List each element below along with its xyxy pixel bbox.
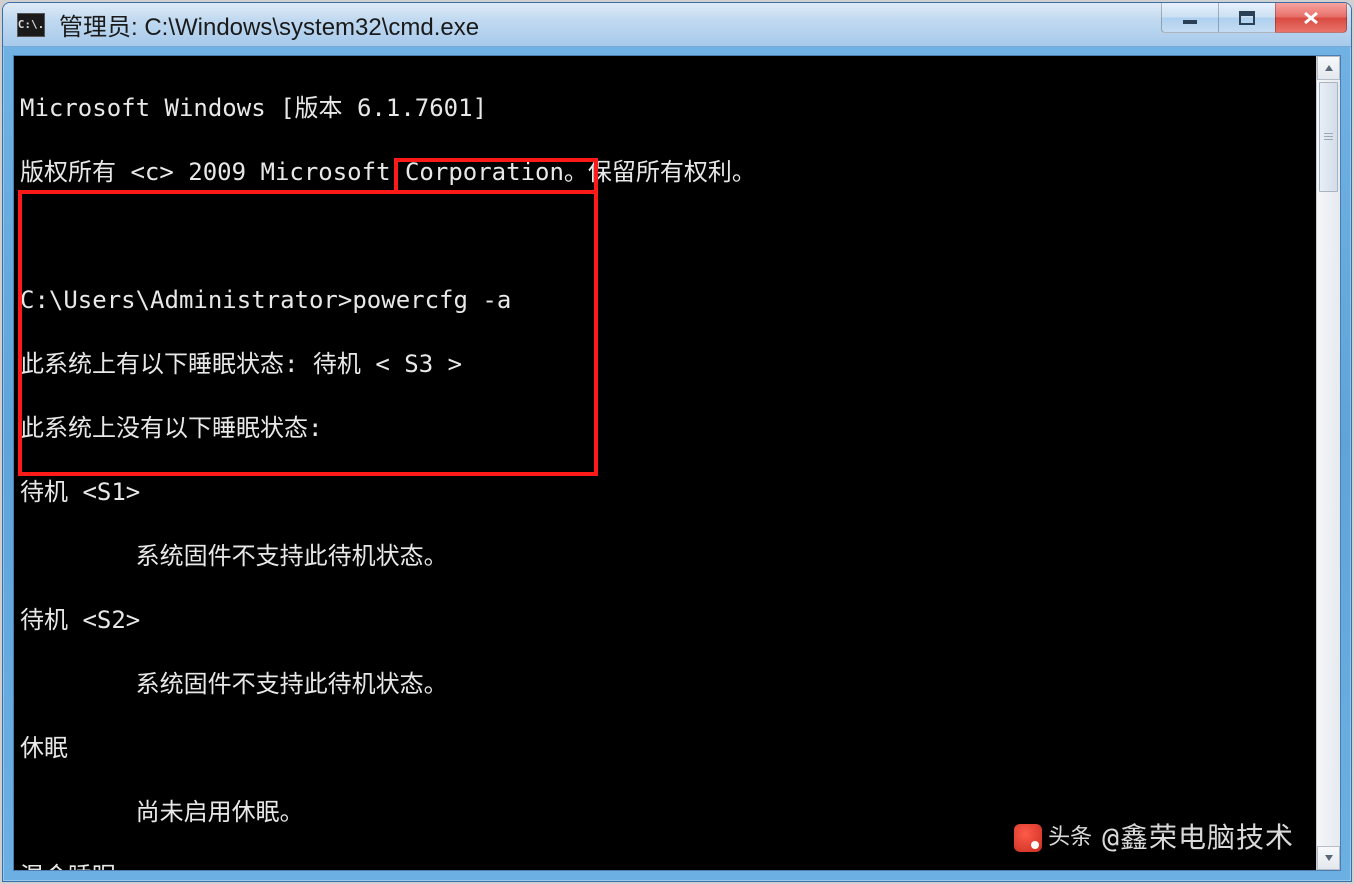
app-icon: C:\.: [17, 13, 45, 37]
cmd-window: C:\. 管理员: C:\Windows\system32\cmd.exe Mi…: [2, 2, 1352, 882]
prompt-command: powercfg -a: [352, 286, 511, 314]
console-line: 此系统上有以下睡眠状态: 待机 < S3 >: [20, 348, 1316, 380]
minimize-icon: [1182, 11, 1198, 25]
scrollbar-track[interactable]: [1317, 80, 1340, 846]
console-line: 休眠: [20, 732, 1316, 764]
chevron-down-icon: [1324, 854, 1334, 862]
console-line: 系统固件不支持此待机状态。: [20, 668, 1316, 700]
scroll-up-button[interactable]: [1317, 56, 1340, 80]
maximize-button[interactable]: [1218, 3, 1276, 33]
scrollbar-thumb[interactable]: [1319, 82, 1338, 192]
console-line: 待机 <S2>: [20, 604, 1316, 636]
chevron-up-icon: [1324, 64, 1334, 72]
client-area: Microsoft Windows [版本 6.1.7601] 版权所有 <c>…: [13, 55, 1341, 871]
window-title: 管理员: C:\Windows\system32\cmd.exe: [59, 7, 479, 42]
console-line: 系统固件不支持此待机状态。: [20, 540, 1316, 572]
vertical-scrollbar[interactable]: [1316, 56, 1340, 870]
console-prompt-line: C:\Users\Administrator>powercfg -a: [20, 284, 1316, 316]
prompt-path: C:\Users\Administrator>: [20, 286, 352, 314]
console-line: Microsoft Windows [版本 6.1.7601]: [20, 92, 1316, 124]
close-button[interactable]: [1275, 3, 1347, 33]
console-line: 待机 <S1>: [20, 476, 1316, 508]
maximize-icon: [1239, 11, 1255, 25]
console-line: [20, 220, 1316, 252]
minimize-button[interactable]: [1161, 3, 1219, 33]
close-icon: [1302, 11, 1320, 25]
console-line: 尚未启用休眠。: [20, 796, 1316, 828]
console-output[interactable]: Microsoft Windows [版本 6.1.7601] 版权所有 <c>…: [14, 56, 1316, 870]
window-controls: [1162, 3, 1347, 33]
console-line: 混合睡眠: [20, 860, 1316, 870]
console-line: 此系统上没有以下睡眠状态:: [20, 412, 1316, 444]
scroll-down-button[interactable]: [1317, 846, 1340, 870]
titlebar[interactable]: C:\. 管理员: C:\Windows\system32\cmd.exe: [3, 3, 1351, 47]
console-line: 版权所有 <c> 2009 Microsoft Corporation。保留所有…: [20, 156, 1316, 188]
toutiao-icon: [1014, 824, 1042, 852]
